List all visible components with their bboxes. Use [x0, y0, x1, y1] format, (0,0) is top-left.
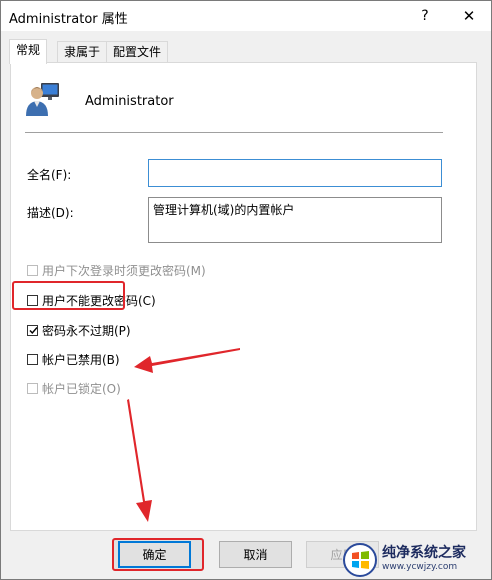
description-value: 管理计算机(域)的内置帐户 [153, 203, 295, 217]
ok-button[interactable]: 确定 [118, 541, 191, 568]
checkbox-label: 帐户已锁定(O) [42, 382, 121, 396]
checkmark-icon [29, 327, 38, 335]
checkbox-box [27, 354, 38, 365]
tab-general[interactable]: 常规 [9, 39, 48, 64]
title-bar: Administrator 属性 ? ✕ [1, 1, 491, 31]
help-icon: ? [421, 8, 429, 24]
close-button[interactable]: ✕ [447, 1, 491, 31]
checkbox-account-locked[interactable]: 帐户已锁定(O) [27, 380, 121, 397]
close-icon: ✕ [462, 7, 476, 25]
help-button[interactable]: ? [403, 1, 447, 31]
checkbox-password-never-expires[interactable]: 密码永不过期(P) [27, 322, 131, 339]
fullname-field[interactable] [148, 159, 442, 187]
fullname-label: 全名(F): [27, 168, 72, 182]
window-title: Administrator 属性 [9, 12, 128, 27]
description-field[interactable]: 管理计算机(域)的内置帐户 [148, 197, 442, 243]
checkbox-box [27, 265, 38, 276]
watermark-url: www.ycwjzy.com [382, 562, 458, 572]
tab-profile[interactable]: 配置文件 [106, 41, 169, 63]
cancel-button[interactable]: 取消 [219, 541, 292, 568]
checkbox-label: 用户下次登录时须更改密码(M) [42, 264, 206, 278]
watermark-title: 纯净系统之家 [382, 545, 466, 561]
watermark-logo-icon [343, 543, 377, 577]
checkbox-box [27, 383, 38, 394]
description-label: 描述(D): [27, 206, 74, 220]
user-account-icon [26, 83, 59, 116]
divider [25, 132, 443, 133]
checkbox-must-change-password[interactable]: 用户下次登录时须更改密码(M) [27, 262, 206, 279]
checkbox-account-disabled[interactable]: 帐户已禁用(B) [27, 351, 120, 368]
user-name: Administrator [85, 94, 174, 109]
watermark: 纯净系统之家 www.ycwjzy.com [342, 540, 492, 580]
properties-dialog: Administrator 属性 ? ✕ 常规 隶属于 配置文件 Adminis… [0, 0, 492, 580]
checkbox-label: 帐户已禁用(B) [42, 353, 120, 367]
tab-member-of[interactable]: 隶属于 [57, 41, 108, 63]
annotation-highlight-box [12, 281, 125, 310]
checkbox-label: 密码永不过期(P) [42, 324, 131, 338]
checkbox-box [27, 325, 38, 336]
